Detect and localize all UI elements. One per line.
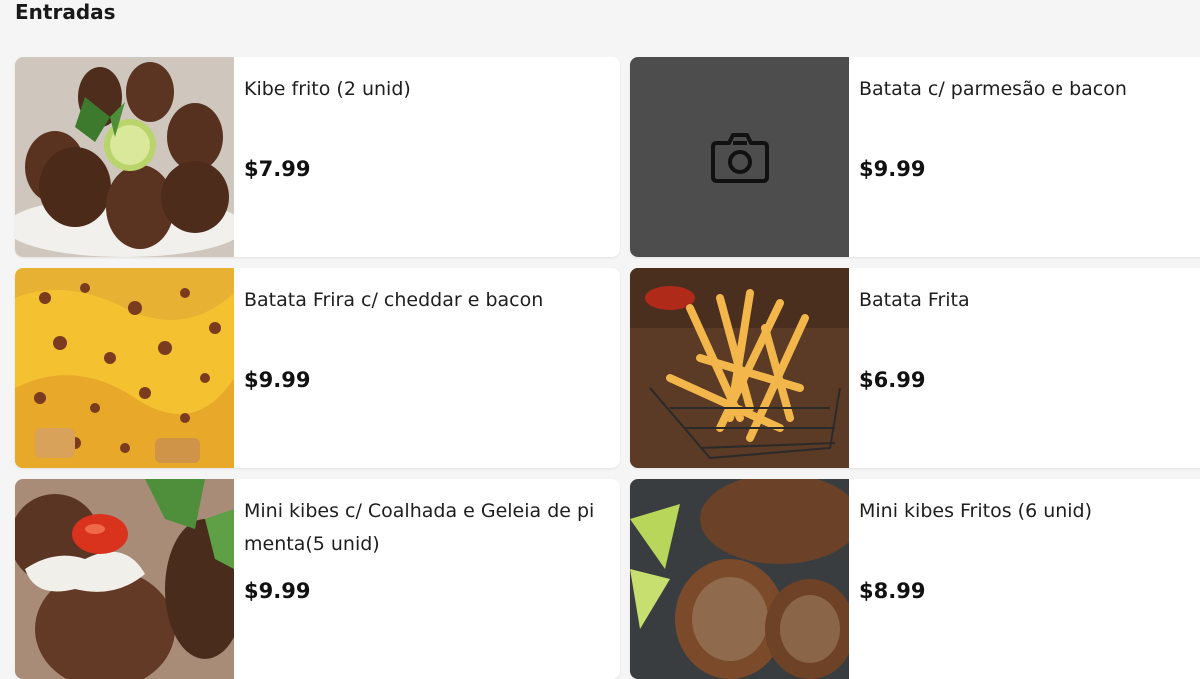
camera-icon (710, 133, 769, 183)
menu-item-card[interactable]: Batata Frita $6.99 (630, 268, 1200, 468)
item-name: Mini kibes Fritos (6 unid) (859, 500, 1093, 522)
fried-mini-kibes-photo (630, 479, 849, 679)
fries-basket-photo (630, 268, 849, 468)
image-placeholder (630, 57, 849, 257)
item-name: Batata Frira c/ cheddar e bacon (244, 289, 544, 311)
item-price: $7.99 (244, 157, 311, 181)
menu-item-card[interactable]: Mini kibes c/ Coalhada e Geleia de pimen… (15, 479, 620, 679)
menu-item-card[interactable]: Batata c/ parmesão e bacon $9.99 (630, 57, 1200, 257)
item-price: $9.99 (244, 368, 311, 392)
item-price: $9.99 (859, 157, 926, 181)
item-price: $6.99 (859, 368, 926, 392)
section-title: Entradas (15, 0, 116, 24)
mini-kibes-photo (15, 479, 234, 679)
kibe-photo (15, 57, 234, 257)
item-name: Batata Frita (859, 289, 970, 311)
menu-item-card[interactable]: Mini kibes Fritos (6 unid) $8.99 (630, 479, 1200, 679)
menu-item-card[interactable]: Batata Frira c/ cheddar e bacon $9.99 (15, 268, 620, 468)
menu-item-card[interactable]: Kibe frito (2 unid) $7.99 (15, 57, 620, 257)
item-name: Kibe frito (2 unid) (244, 78, 411, 100)
cheddar-fries-photo (15, 268, 234, 468)
item-name: Mini kibes c/ Coalhada e Geleia de pimen… (244, 500, 595, 555)
item-name: Batata c/ parmesão e bacon (859, 78, 1127, 100)
item-price: $8.99 (859, 579, 926, 603)
item-price: $9.99 (244, 579, 311, 603)
